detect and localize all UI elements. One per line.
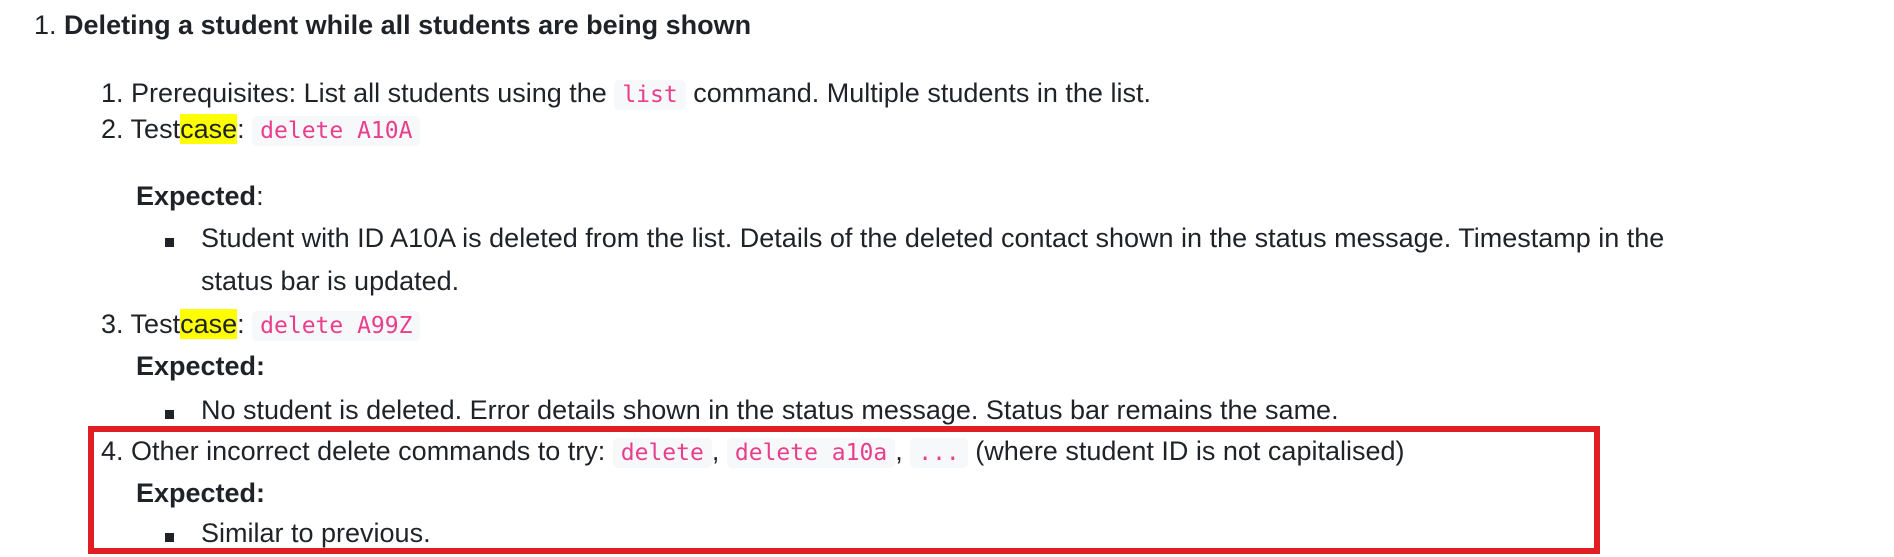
step-3: 3. Testcase: delete A99Z	[101, 307, 421, 341]
step-3-test-word: Test	[130, 309, 181, 339]
list-command-code: list	[614, 80, 686, 110]
step-2-test-word: Test	[130, 114, 181, 144]
step-3-expected: Expected:	[136, 349, 265, 383]
step-1: 1. Prerequisites: List all students usin…	[101, 76, 1151, 110]
step-1-number: 1.	[101, 78, 124, 108]
step-1-suffix: command. Multiple students in the list.	[693, 78, 1151, 108]
expected-colon: :	[256, 181, 264, 211]
bullet-marker	[165, 238, 174, 247]
search-highlight: case	[180, 309, 238, 339]
delete-a10a-code: delete A10A	[252, 116, 421, 146]
step-3-number: 3.	[101, 309, 124, 339]
delete-a99z-code: delete A99Z	[252, 311, 421, 341]
section-heading: 1. Deleting a student while all students…	[34, 8, 751, 42]
step-3-bullet: No student is deleted. Error details sho…	[201, 395, 1339, 425]
step-2-bullet-line-2: status bar is updated.	[201, 266, 460, 296]
step-1-prefix: Prerequisites: List all students using t…	[131, 78, 607, 108]
heading-title: Deleting a student while all students ar…	[64, 10, 752, 40]
search-highlight: case	[180, 114, 238, 144]
step-2-bullet-line-1: Student with ID A10A is deleted from the…	[201, 223, 1665, 253]
annotation-box	[88, 426, 1600, 554]
step-2-expected: Expected:	[136, 179, 264, 213]
expected-label: Expected	[136, 181, 257, 211]
expected-label: Expected:	[136, 351, 266, 381]
step-2-number: 2.	[101, 114, 124, 144]
heading-number: 1.	[34, 10, 57, 40]
bullet-marker	[165, 410, 174, 419]
step-2-colon: :	[237, 114, 245, 144]
step-2: 2. Testcase: delete A10A	[101, 112, 421, 146]
step-3-colon: :	[237, 309, 245, 339]
